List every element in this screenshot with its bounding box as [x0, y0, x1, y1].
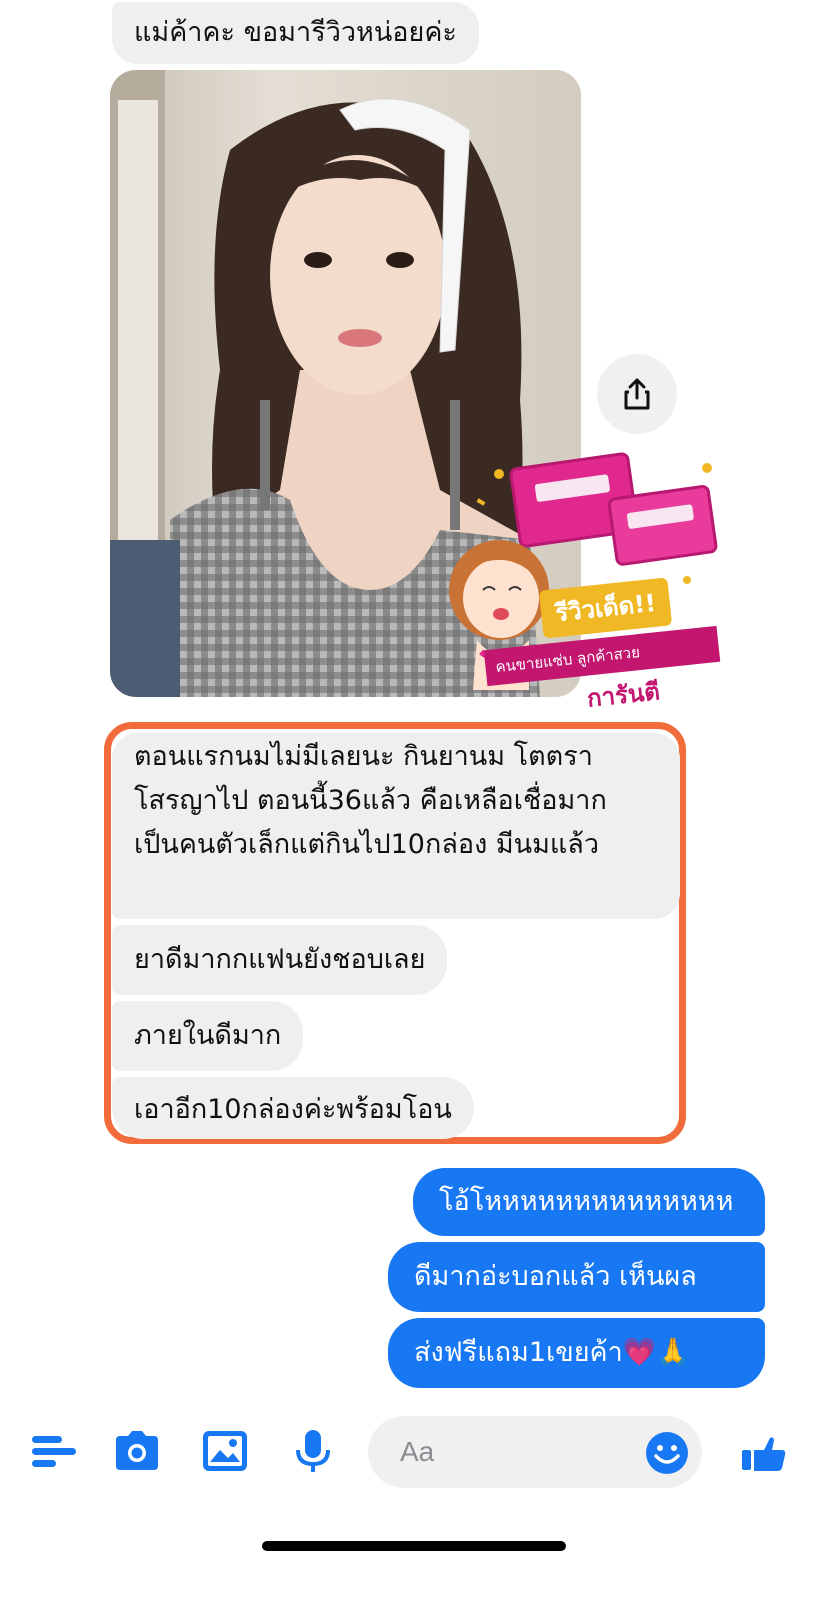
like-button[interactable] — [740, 1428, 790, 1474]
message-incoming[interactable]: ภายในดีมาก — [112, 1001, 304, 1071]
menu-icon — [32, 1436, 76, 1467]
badge-graphic — [449, 452, 718, 690]
gallery-button[interactable] — [200, 1428, 250, 1474]
message-outgoing[interactable]: ส่งฟรีแถม1เขยค้า💗🙏 — [388, 1318, 765, 1388]
image-icon — [203, 1431, 247, 1471]
camera-button[interactable] — [112, 1428, 162, 1474]
message-incoming[interactable]: ตอนแรกนมไม่มีเลยนะ กินยานม โตตราโสรญาไป … — [112, 733, 680, 919]
thumbs-up-icon — [742, 1437, 786, 1471]
review-badge-sticker: รีวิวเด็ด!! คนขายแซ่บ ลูกค้าสวย การันตี — [437, 440, 721, 722]
message-outgoing[interactable]: ดีมากอ่ะบอกแล้ว เห็นผล — [388, 1242, 765, 1312]
message-incoming[interactable]: ยาดีมากกแฟนยังชอบเลย — [112, 925, 448, 995]
message-input[interactable]: Aa — [368, 1416, 702, 1488]
message-composer: Aa — [0, 1410, 828, 1490]
share-icon — [624, 378, 650, 410]
voice-button[interactable] — [288, 1428, 338, 1474]
emoji-icon — [646, 1432, 688, 1474]
emoji-button[interactable] — [644, 1430, 690, 1476]
message-incoming[interactable]: เอาอีก10กล่องค่ะพร้อมโอน — [112, 1077, 474, 1139]
home-indicator — [262, 1541, 566, 1551]
share-button[interactable] — [597, 354, 677, 434]
message-outgoing[interactable]: โอ้โหหหหหหหหหหหหหห — [413, 1168, 765, 1236]
message-incoming[interactable]: แม่ค้าคะ ขอมารีวิวหน่อยค่ะ — [112, 2, 479, 64]
camera-icon — [116, 1431, 158, 1470]
menu-button[interactable] — [30, 1428, 80, 1474]
microphone-icon — [296, 1430, 330, 1472]
message-input-placeholder: Aa — [400, 1436, 435, 1467]
